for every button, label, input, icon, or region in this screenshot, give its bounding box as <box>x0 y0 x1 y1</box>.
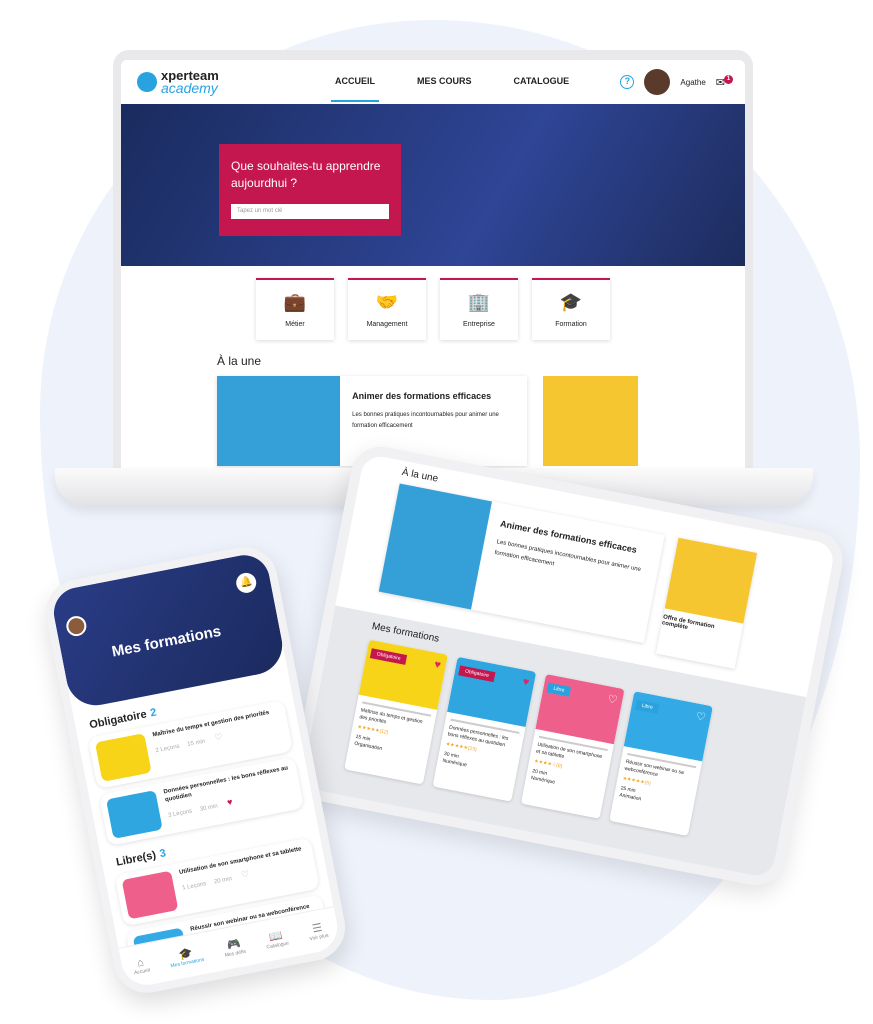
page-title: Mes formations <box>110 622 223 661</box>
tab-voir-plus[interactable]: ☰ Voir plus <box>307 920 329 942</box>
laptop-screen: xperteam academy ACCUEIL MES COURS CATALO… <box>121 60 745 468</box>
section-title: À la une <box>217 354 262 368</box>
side-card-title: Offre de formation complète <box>661 614 716 632</box>
mail-badge: 1 <box>724 74 733 84</box>
heart-icon[interactable]: ♡ <box>240 869 250 880</box>
group-count: 2 <box>149 706 158 720</box>
avatar[interactable] <box>64 614 89 638</box>
laptop-mockup: xperteam academy ACCUEIL MES COURS CATALO… <box>113 50 753 468</box>
featured-image <box>217 376 341 466</box>
category-label: Entreprise <box>463 321 495 328</box>
nav-accueil[interactable]: ACCUEIL <box>331 62 379 102</box>
course-thumbnail <box>121 870 179 920</box>
course-card[interactable]: Libre ♡ Réussir son webinar ou sa webconfé… <box>609 691 713 836</box>
hero-banner: Que souhaites-tu apprendre aujourdhui ? … <box>121 104 745 266</box>
top-nav: xperteam academy ACCUEIL MES COURS CATALO… <box>121 60 745 104</box>
heart-icon[interactable]: ♡ <box>695 709 707 724</box>
category-formation[interactable]: 🎓 Formation <box>532 278 610 340</box>
lesson-count: 2 Leçons <box>155 743 181 755</box>
category-label: Métier <box>285 321 305 328</box>
tab-catalogue[interactable]: 📖 Catalogue <box>264 928 290 950</box>
nav-mes-cours[interactable]: MES COURS <box>413 62 476 102</box>
featured-desc: Les bonnes pratiques incontournables pou… <box>352 412 499 429</box>
bell-icon[interactable]: 🔔 <box>234 571 258 595</box>
rating-count: (8) <box>555 762 563 770</box>
featured-title: Animer des formations efficaces <box>352 391 492 401</box>
item-text: Utilisation de son smartphone et sa tabl… <box>179 845 309 908</box>
course-tag: Libre <box>546 682 572 697</box>
item-text: Données personnelles : les bons réflexes… <box>163 764 297 828</box>
category-metier[interactable]: 💼 Métier <box>256 278 334 340</box>
lesson-count: 1 Leçons <box>181 881 207 892</box>
side-card-image[interactable] <box>543 376 638 466</box>
logo-line2: academy <box>161 79 218 96</box>
group-count: 3 <box>158 847 167 861</box>
course-card[interactable]: Obligatoire ♥ Maîtrise du temps et gestion… <box>344 639 448 785</box>
category-management[interactable]: 🤝 Management <box>348 278 426 340</box>
nav-catalogue[interactable]: CATALOGUE <box>510 62 574 102</box>
featured-card[interactable]: Animer des formations efficaces Les bonne… <box>378 483 665 643</box>
tab-accueil[interactable]: ⌂ Accueil <box>131 955 151 976</box>
course-thumbnail <box>106 790 163 839</box>
rating-count: (12) <box>378 728 389 736</box>
rating-count: (23) <box>467 745 478 754</box>
group-label: Libre(s) <box>115 849 158 869</box>
categories: 💼 Métier 🤝 Management 🏢 Entreprise 🎓 Formati… <box>121 278 745 340</box>
logo[interactable]: xperteam academy <box>137 69 219 96</box>
course-duration: 30 min <box>199 803 219 813</box>
search-input[interactable]: Tapez un mot clé <box>231 204 389 219</box>
category-label: Management <box>366 321 408 328</box>
course-thumbnail <box>94 733 152 782</box>
course-card[interactable]: Obligatoire ♥ Données personnelles : les b… <box>432 656 537 802</box>
hero-title: Que souhaites-tu apprendre aujourdhui ? <box>231 159 381 190</box>
rating-count: (5) <box>643 779 652 787</box>
tab-mes-formations[interactable]: 🎓 Mes formations <box>168 944 205 969</box>
heart-icon[interactable]: ♥ <box>433 659 442 672</box>
globe-icon <box>137 72 157 92</box>
item-text: Maîtrise du temps et gestion des priorit… <box>152 709 276 771</box>
category-label: Formation <box>555 321 587 328</box>
briefcase-icon: 💼 <box>283 292 307 312</box>
course-card[interactable]: Libre ♡ Utilisation de son smartphone et s… <box>520 673 625 819</box>
heart-icon[interactable]: ♥ <box>226 797 233 808</box>
lesson-count: 3 Leçons <box>167 808 193 819</box>
help-icon[interactable]: ? <box>620 75 635 89</box>
avatar[interactable] <box>644 69 671 95</box>
heart-icon[interactable]: ♥ <box>522 676 531 689</box>
side-card[interactable]: Offre de formation complète <box>655 537 758 669</box>
heart-icon[interactable]: ♡ <box>214 731 224 742</box>
classroom-icon: 🎓 <box>559 292 583 312</box>
search-box: Que souhaites-tu apprendre aujourdhui ? … <box>219 144 401 236</box>
handshake-icon: 🤝 <box>375 292 399 312</box>
course-duration: 20 min <box>213 876 233 886</box>
mail-icon[interactable]: ✉ 1 <box>716 74 733 89</box>
course-tag: Obligatoire <box>369 648 408 665</box>
building-icon: 🏢 <box>467 292 491 312</box>
category-entreprise[interactable]: 🏢 Entreprise <box>440 278 518 340</box>
course-duration: 15 min <box>186 738 206 749</box>
course-tag: Obligatoire <box>458 665 496 683</box>
tab-mes-défis[interactable]: 🎮 Mes défis <box>222 936 246 959</box>
course-tag: Libre <box>634 699 660 714</box>
user-name[interactable]: Agathe <box>680 78 705 87</box>
side-card-image <box>664 537 758 624</box>
heart-icon[interactable]: ♡ <box>606 692 618 707</box>
